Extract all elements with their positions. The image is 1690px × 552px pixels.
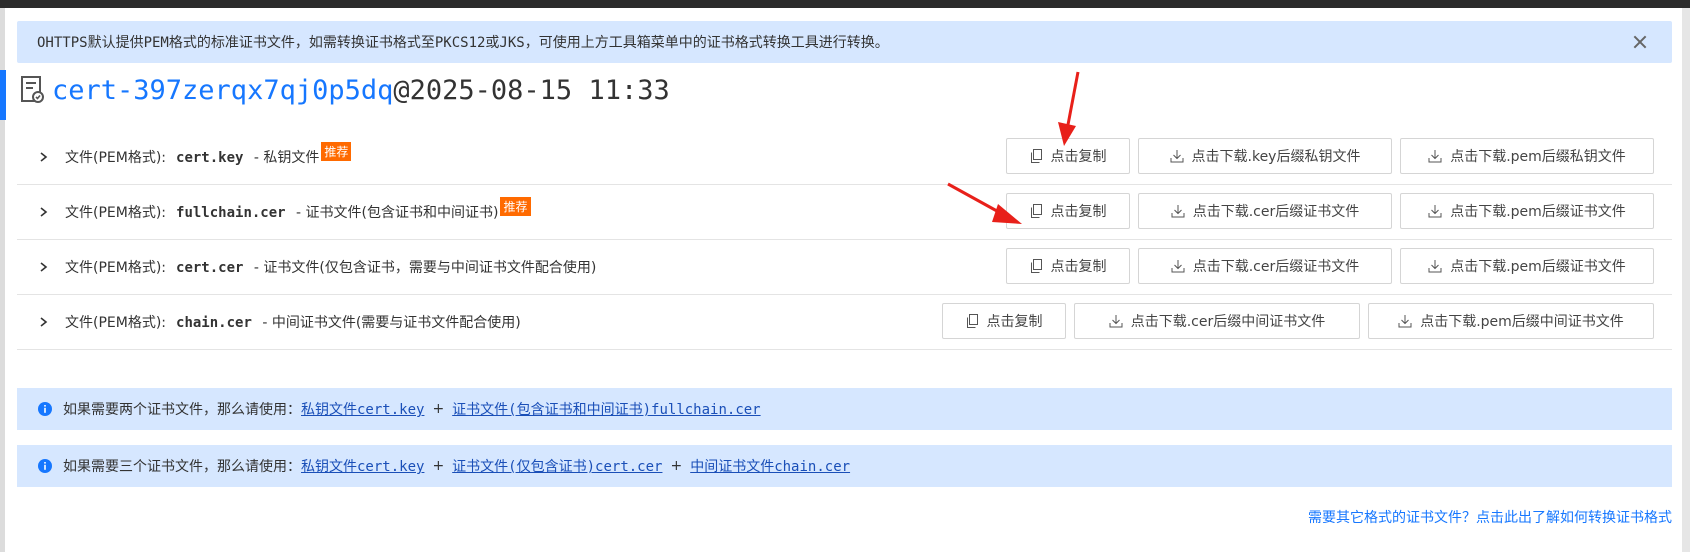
download-label: 点击下载.pem后缀证书文件 [1450,204,1626,220]
download-icon [1170,150,1184,163]
convert-format-link[interactable]: 需要其它格式的证书文件？点击此出了解如何转换证书格式 [1308,507,1672,527]
copy-label: 点击复制 [1050,204,1107,220]
copy-label: 点击复制 [1050,259,1107,275]
download-pem-button[interactable]: 点击下载.pem后缀证书文件 [1400,193,1654,229]
row-actions: 点击复制 点击下载.key后缀私钥文件 点击下载.pem后缀私钥文件 [1006,138,1654,174]
file-desc: - 中间证书文件(需要与证书文件配合使用) [262,315,521,331]
download-label: 点击下载.cer后缀中间证书文件 [1130,314,1326,330]
copy-icon [1030,259,1042,273]
file-format: 文件(PEM格式): [65,205,167,221]
file-row[interactable]: 文件(PEM格式): fullchain.cer - 证书文件(包含证书和中间证书… [17,185,1672,240]
download-cer-button[interactable]: 点击下载.cer后缀中间证书文件 [1074,303,1360,339]
left-accent-bar [0,70,6,120]
plus-sign: + [670,458,683,474]
info-icon [38,402,52,416]
download-pem-button[interactable]: 点击下载.pem后缀证书文件 [1400,248,1654,284]
cert-name: cert-397zerqx7qj0p5dq [52,74,394,106]
window-top-bar [0,0,1690,8]
notice-text: OHTTPS默认提供PEM格式的标准证书文件，如需转换证书格式至PKCS12或J… [37,35,889,51]
info-bar-two-files: 如果需要两个证书文件，那么请使用： 私钥文件cert.key + 证书文件(包含… [17,388,1672,430]
row-actions: 点击复制 点击下载.cer后缀证书文件 点击下载.pem后缀证书文件 [1006,193,1654,229]
chevron-right-icon[interactable] [39,262,49,272]
file-label: 文件(PEM格式): chain.cer - 中间证书文件(需要与证书文件配合使用… [65,312,521,332]
file-name: chain.cer [176,315,252,331]
link-cert-key[interactable]: 私钥文件cert.key [301,399,424,419]
copy-button[interactable]: 点击复制 [1006,248,1130,284]
chevron-right-icon[interactable] [39,152,49,162]
download-icon [1398,315,1412,328]
copy-label: 点击复制 [1050,149,1107,165]
right-scrollbar[interactable] [1682,8,1690,552]
file-format: 文件(PEM格式): [65,150,167,166]
info-bar-three-files: 如果需要三个证书文件，那么请使用： 私钥文件cert.key + 证书文件(仅包… [17,445,1672,487]
file-name: cert.cer [176,260,244,276]
link-chain-cer[interactable]: 中间证书文件chain.cer [690,456,850,476]
download-icon [1428,150,1442,163]
download-label: 点击下载.key后缀私钥文件 [1191,149,1361,165]
file-desc: - 证书文件(包含证书和中间证书) [296,205,499,221]
file-label: 文件(PEM格式): cert.key - 私钥文件 推荐 [65,142,352,167]
info-prefix: 如果需要三个证书文件，那么请使用： [63,459,301,475]
download-icon [1109,315,1123,328]
link-cert-key[interactable]: 私钥文件cert.key [301,456,424,476]
cert-title: cert-397zerqx7qj0p5dq @2025-08-15 11:33 [20,70,670,110]
copy-button[interactable]: 点击复制 [1006,138,1130,174]
close-icon[interactable] [1628,30,1652,54]
link-fullchain-cer[interactable]: 证书文件(包含证书和中间证书)fullchain.cer [452,399,760,419]
copy-label: 点击复制 [986,314,1043,330]
cert-date: @2025-08-15 11:33 [393,74,670,106]
plus-sign: + [432,458,445,474]
file-desc: - 证书文件(仅包含证书，需要与中间证书文件配合使用) [253,260,597,276]
file-label: 文件(PEM格式): fullchain.cer - 证书文件(包含证书和中间证书… [65,197,531,222]
download-label: 点击下载.pem后缀私钥文件 [1450,149,1626,165]
file-row[interactable]: 文件(PEM格式): cert.key - 私钥文件 推荐 点击复制 点击下载.ke… [17,130,1672,185]
copy-icon [1030,204,1042,218]
file-row[interactable]: 文件(PEM格式): cert.cer - 证书文件(仅包含证书，需要与中间证书文… [17,240,1672,295]
file-label: 文件(PEM格式): cert.cer - 证书文件(仅包含证书，需要与中间证书文… [65,257,596,277]
download-icon [1428,205,1442,218]
download-icon [1171,205,1185,218]
certificate-icon [21,76,44,103]
row-actions: 点击复制 点击下载.cer后缀证书文件 点击下载.pem后缀证书文件 [1006,248,1654,284]
chevron-right-icon[interactable] [39,207,49,217]
download-label: 点击下载.cer后缀证书文件 [1192,204,1360,220]
recommend-badge: 推荐 [500,197,531,216]
file-name: cert.key [176,150,244,166]
file-list: 文件(PEM格式): cert.key - 私钥文件 推荐 点击复制 点击下载.ke… [17,130,1672,350]
recommend-badge: 推荐 [321,142,352,161]
copy-button[interactable]: 点击复制 [1006,193,1130,229]
row-actions: 点击复制 点击下载.cer后缀中间证书文件 点击下载.pem后缀中间证书文件 [942,303,1654,339]
file-desc: - 私钥文件 [253,150,320,166]
download-label: 点击下载.pem后缀中间证书文件 [1420,314,1624,330]
file-format: 文件(PEM格式): [65,260,167,276]
notice-banner: OHTTPS默认提供PEM格式的标准证书文件，如需转换证书格式至PKCS12或J… [17,21,1672,63]
link-cert-cer[interactable]: 证书文件(仅包含证书)cert.cer [452,456,662,476]
copy-button[interactable]: 点击复制 [942,303,1066,339]
info-icon [38,459,52,473]
download-icon [1171,260,1185,273]
plus-sign: + [432,401,445,417]
file-format: 文件(PEM格式): [65,315,167,331]
download-pem-button[interactable]: 点击下载.pem后缀中间证书文件 [1368,303,1654,339]
download-key-button[interactable]: 点击下载.key后缀私钥文件 [1138,138,1392,174]
download-icon [1428,260,1442,273]
download-cer-button[interactable]: 点击下载.cer后缀证书文件 [1138,193,1392,229]
info-prefix: 如果需要两个证书文件，那么请使用： [63,402,301,418]
copy-icon [966,314,978,328]
download-label: 点击下载.pem后缀证书文件 [1450,259,1626,275]
copy-icon [1030,149,1042,163]
download-pem-button[interactable]: 点击下载.pem后缀私钥文件 [1400,138,1654,174]
chevron-right-icon[interactable] [39,317,49,327]
download-label: 点击下载.cer后缀证书文件 [1192,259,1360,275]
file-row[interactable]: 文件(PEM格式): chain.cer - 中间证书文件(需要与证书文件配合使用… [17,295,1672,350]
file-name: fullchain.cer [176,205,286,221]
download-cer-button[interactable]: 点击下载.cer后缀证书文件 [1138,248,1392,284]
